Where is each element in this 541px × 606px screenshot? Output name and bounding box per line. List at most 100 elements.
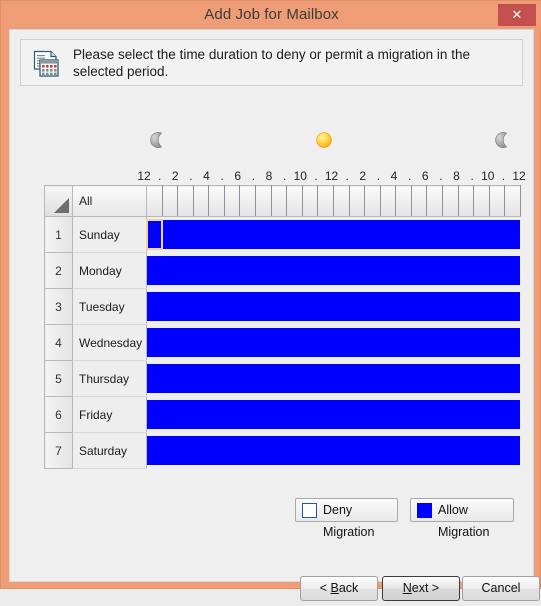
schedule-slot[interactable] bbox=[395, 432, 412, 469]
schedule-slot[interactable] bbox=[255, 324, 272, 361]
schedule-slot[interactable] bbox=[473, 324, 490, 361]
schedule-slot[interactable] bbox=[224, 252, 240, 289]
hour-column-header[interactable] bbox=[458, 185, 475, 217]
schedule-slot[interactable] bbox=[302, 360, 318, 397]
schedule-slot[interactable] bbox=[302, 432, 318, 469]
schedule-slot[interactable] bbox=[489, 252, 505, 289]
schedule-slot[interactable] bbox=[442, 396, 459, 433]
schedule-slot[interactable] bbox=[317, 216, 334, 253]
schedule-slot[interactable] bbox=[255, 396, 272, 433]
schedule-slot[interactable] bbox=[286, 432, 303, 469]
schedule-slot[interactable] bbox=[349, 360, 365, 397]
schedule-slot[interactable] bbox=[395, 288, 412, 325]
schedule-slot[interactable] bbox=[504, 216, 521, 253]
schedule-slot[interactable] bbox=[224, 432, 240, 469]
schedule-slot[interactable] bbox=[380, 252, 396, 289]
hour-column-header[interactable] bbox=[208, 185, 225, 217]
schedule-slot[interactable] bbox=[473, 252, 490, 289]
schedule-slot[interactable] bbox=[364, 216, 381, 253]
close-icon[interactable]: ✕ bbox=[498, 4, 536, 26]
schedule-slot[interactable] bbox=[224, 288, 240, 325]
schedule-slot[interactable] bbox=[239, 252, 256, 289]
schedule-slot[interactable] bbox=[208, 432, 225, 469]
schedule-slot[interactable] bbox=[395, 216, 412, 253]
schedule-slot[interactable] bbox=[395, 324, 412, 361]
schedule-slot[interactable] bbox=[271, 324, 287, 361]
schedule-slot[interactable] bbox=[271, 360, 287, 397]
schedule-slot[interactable] bbox=[239, 396, 256, 433]
row-number[interactable]: 6 bbox=[44, 396, 73, 433]
schedule-slot[interactable] bbox=[271, 396, 287, 433]
schedule-slot[interactable] bbox=[364, 288, 381, 325]
hour-column-header[interactable] bbox=[239, 185, 257, 217]
schedule-slot[interactable] bbox=[255, 216, 272, 253]
schedule-slot[interactable] bbox=[239, 324, 256, 361]
schedule-slot[interactable] bbox=[426, 288, 443, 325]
schedule-grid[interactable]: All 1 Sunday 2 Monday 3 Tuesday 4 Wednesday 5 Thu… bbox=[44, 185, 521, 473]
schedule-slot[interactable] bbox=[239, 432, 256, 469]
schedule-slot[interactable] bbox=[489, 360, 505, 397]
schedule-slot[interactable] bbox=[317, 396, 334, 433]
hour-column-header[interactable] bbox=[364, 185, 381, 217]
schedule-slot[interactable] bbox=[208, 396, 225, 433]
schedule-slot[interactable] bbox=[177, 432, 194, 469]
day-name-cell[interactable]: Friday bbox=[72, 396, 147, 433]
schedule-slot[interactable] bbox=[333, 288, 350, 325]
schedule-slot[interactable] bbox=[177, 252, 194, 289]
schedule-slot[interactable] bbox=[458, 360, 474, 397]
schedule-slot[interactable] bbox=[458, 252, 474, 289]
schedule-slot[interactable] bbox=[286, 288, 303, 325]
hour-column-header[interactable] bbox=[317, 185, 334, 217]
schedule-slot[interactable] bbox=[146, 252, 163, 289]
schedule-slot[interactable] bbox=[395, 252, 412, 289]
schedule-slot[interactable] bbox=[286, 216, 303, 253]
schedule-slot[interactable] bbox=[349, 324, 365, 361]
schedule-slot[interactable] bbox=[442, 252, 459, 289]
schedule-slot[interactable] bbox=[349, 288, 365, 325]
schedule-slot[interactable] bbox=[458, 432, 474, 469]
schedule-slot[interactable] bbox=[317, 252, 334, 289]
schedule-slot[interactable] bbox=[193, 432, 209, 469]
schedule-slot[interactable] bbox=[162, 288, 178, 325]
schedule-slot[interactable] bbox=[193, 360, 209, 397]
schedule-slot[interactable] bbox=[458, 216, 474, 253]
schedule-slot[interactable] bbox=[208, 324, 225, 361]
schedule-slot[interactable] bbox=[317, 360, 334, 397]
schedule-slot[interactable] bbox=[255, 288, 272, 325]
schedule-slot[interactable] bbox=[333, 216, 350, 253]
schedule-slot[interactable] bbox=[411, 288, 427, 325]
hour-column-header[interactable] bbox=[333, 185, 350, 217]
schedule-slot[interactable] bbox=[504, 324, 521, 361]
schedule-slot[interactable] bbox=[426, 216, 443, 253]
schedule-slot[interactable] bbox=[146, 324, 163, 361]
schedule-slot[interactable] bbox=[271, 288, 287, 325]
schedule-slot[interactable] bbox=[395, 360, 412, 397]
schedule-slot[interactable] bbox=[162, 432, 178, 469]
schedule-slot[interactable] bbox=[255, 432, 272, 469]
schedule-slot[interactable] bbox=[317, 288, 334, 325]
schedule-slot[interactable] bbox=[255, 252, 272, 289]
hour-column-header[interactable] bbox=[426, 185, 443, 217]
schedule-slot[interactable] bbox=[208, 360, 225, 397]
schedule-slot[interactable] bbox=[395, 396, 412, 433]
schedule-slot[interactable] bbox=[473, 432, 490, 469]
schedule-slot[interactable] bbox=[504, 396, 521, 433]
schedule-slot[interactable] bbox=[146, 396, 163, 433]
hour-column-header[interactable] bbox=[224, 185, 241, 217]
legend-allow-migration[interactable]: Allow Migration bbox=[410, 498, 514, 539]
schedule-slot[interactable] bbox=[411, 216, 427, 253]
row-number[interactable]: 7 bbox=[44, 432, 73, 469]
schedule-slot[interactable] bbox=[426, 360, 443, 397]
schedule-slot[interactable] bbox=[193, 324, 209, 361]
day-name-cell[interactable]: Wednesday bbox=[72, 324, 147, 361]
schedule-slot[interactable] bbox=[317, 324, 334, 361]
schedule-slot[interactable] bbox=[380, 360, 396, 397]
schedule-slot[interactable] bbox=[442, 324, 459, 361]
hour-column-header[interactable] bbox=[349, 185, 366, 217]
schedule-slot[interactable] bbox=[302, 288, 318, 325]
schedule-slot[interactable] bbox=[411, 432, 427, 469]
schedule-slot[interactable] bbox=[162, 252, 178, 289]
hour-column-header[interactable] bbox=[255, 185, 272, 217]
schedule-slot[interactable] bbox=[489, 432, 505, 469]
schedule-slot[interactable] bbox=[473, 396, 490, 433]
